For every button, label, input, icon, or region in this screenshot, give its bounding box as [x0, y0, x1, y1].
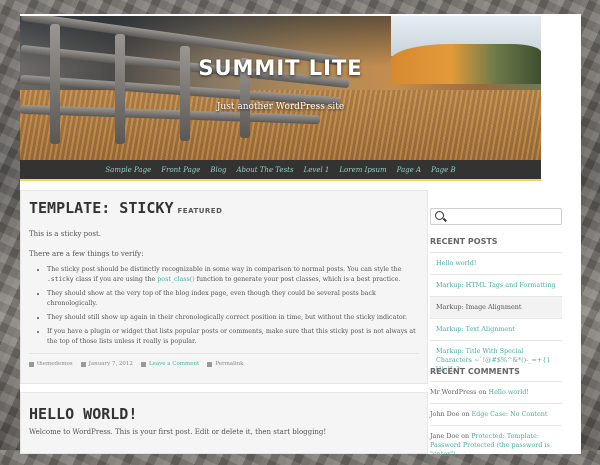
- site-title[interactable]: SUMMIT LITE: [20, 56, 541, 80]
- post-intro: This is a sticky post.: [29, 230, 101, 238]
- post-title[interactable]: HELLO WORLD!: [29, 405, 137, 423]
- recent-comments-title: RECENT COMMENTS: [430, 367, 520, 376]
- site-description: Just another WordPress site: [216, 102, 345, 112]
- featured-badge: FEATURED: [177, 207, 223, 215]
- post-intro: Welcome to WordPress. This is your first…: [29, 428, 327, 436]
- code-sticky: .sticky: [47, 276, 74, 283]
- comment-post-link[interactable]: Edge Case: No Content: [471, 410, 547, 418]
- sticky-post: TEMPLATE: STICKY FEATURED This is a stick…: [20, 190, 428, 384]
- list-item: If you have a plugin or widget that list…: [47, 327, 417, 347]
- comment-icon: [140, 361, 146, 367]
- main-navigation: Sample Page Front Page Blog About The Te…: [20, 160, 541, 181]
- nav-item-level-1[interactable]: Level 1: [304, 166, 330, 174]
- list-item: The sticky post should be distinctly rec…: [47, 265, 417, 285]
- leave-comment-link[interactable]: Leave a Comment: [149, 361, 199, 367]
- recent-post-item[interactable]: Hello world!: [430, 252, 562, 274]
- recent-posts-list: Hello world! Markup: HTML Tags and Forma…: [430, 252, 562, 380]
- nav-item-page-a[interactable]: Page A: [397, 166, 421, 174]
- permalink-link[interactable]: Permalink: [215, 361, 243, 367]
- recent-post-item[interactable]: Markup: Image Alignment: [430, 296, 562, 318]
- nav-item-front-page[interactable]: Front Page: [161, 166, 200, 174]
- post-bullet-list: The sticky post should be distinctly rec…: [47, 265, 417, 351]
- post-date: January 7, 2012: [88, 361, 133, 367]
- list-item: They should still show up again in their…: [47, 313, 417, 323]
- comment-post-link[interactable]: Hello world!: [489, 388, 529, 396]
- site-header: SUMMIT LITE Just another WordPress site: [20, 16, 541, 160]
- recent-comment-item: Mr WordPress on Hello world!: [430, 381, 562, 403]
- nav-item-blog[interactable]: Blog: [210, 166, 226, 174]
- post-lead: There are a few things to verify:: [29, 250, 144, 258]
- search-input[interactable]: [430, 208, 562, 225]
- link-icon: [207, 361, 213, 367]
- hello-world-post: HELLO WORLD! Welcome to WordPress. This …: [20, 392, 428, 454]
- header-fence: [20, 16, 350, 144]
- post-title[interactable]: TEMPLATE: STICKY FEATURED: [29, 199, 222, 217]
- comment-author[interactable]: Mr WordPress: [430, 388, 476, 396]
- nav-item-lorem-ipsum[interactable]: Lorem Ipsum: [339, 166, 386, 174]
- recent-comment-item: John Doe on Edge Case: No Content: [430, 403, 562, 425]
- recent-comments-list: Mr WordPress on Hello world! John Doe on…: [430, 381, 562, 465]
- meta-divider: [29, 353, 419, 354]
- post-meta: themedemos January 7, 2012 Leave a Comme…: [29, 361, 251, 367]
- comment-author[interactable]: Jane Doe: [430, 432, 459, 440]
- nav-item-sample-page[interactable]: Sample Page: [105, 166, 151, 174]
- recent-comment-item: Jane Doe on Protected: Template: Passwor…: [430, 425, 562, 465]
- nav-item-about-the-tests[interactable]: About The Tests: [236, 166, 293, 174]
- calendar-icon: [80, 361, 86, 367]
- nav-item-page-b[interactable]: Page B: [431, 166, 456, 174]
- comment-author[interactable]: John Doe: [430, 410, 459, 418]
- post-author[interactable]: themedemos: [37, 361, 73, 367]
- recent-post-item[interactable]: Markup: HTML Tags and Formatting: [430, 274, 562, 296]
- post-class-link[interactable]: post_class(): [157, 276, 194, 283]
- search-icon[interactable]: [435, 211, 444, 220]
- list-item: They should show at the very top of the …: [47, 289, 417, 309]
- recent-post-item[interactable]: Markup: Text Alignment: [430, 318, 562, 340]
- author-icon: [29, 361, 34, 367]
- recent-posts-title: RECENT POSTS: [430, 237, 498, 246]
